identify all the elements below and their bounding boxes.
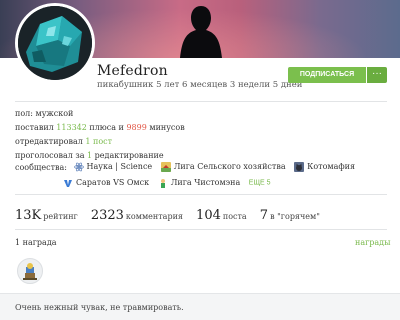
votes-mid: плюса и: [86, 123, 127, 132]
divider: [15, 194, 387, 195]
divider: [15, 101, 387, 102]
polled-suffix: редактирование: [92, 151, 164, 160]
cleaner-icon: [157, 178, 168, 188]
more-communities-link[interactable]: ЕЩЕ 5: [249, 180, 271, 187]
pluses-count: 113342: [56, 123, 87, 132]
edited-post-link[interactable]: 1 пост: [85, 137, 112, 146]
minuses-count: 9899: [126, 123, 147, 132]
profile-tenure: пикабушник 5 лет 6 месяцев 3 недели 5 дн…: [97, 80, 303, 90]
versus-icon: [63, 178, 73, 188]
stat-comments: 2323 комментария: [91, 204, 183, 223]
atom-icon: [73, 162, 84, 172]
about-text: Очень нежный чувак, не травмировать.: [15, 303, 184, 312]
community-tag[interactable]: Лига Сельского хозяйства: [160, 162, 286, 172]
community-name: Саратов VS Омск: [76, 178, 150, 187]
stat-label: комментария: [125, 212, 183, 221]
award-icon: [23, 263, 37, 280]
username: Mefedron: [97, 63, 168, 79]
farm-icon: [160, 162, 171, 172]
stat-label: в "горячем": [270, 212, 320, 221]
stat-hot: 7в "горячем": [260, 204, 320, 223]
subscribe-button[interactable]: ПОДПИСАТЬСЯ: [288, 67, 366, 83]
communities-row-1: сообщества: Наука | Science Лига Сельско…: [15, 162, 361, 172]
cover-silhouette: [180, 6, 222, 58]
community-name: Лига Чистомэна: [170, 178, 241, 187]
edited-prefix: отредактировал: [15, 137, 86, 146]
profile-votes: поставил 113342 плюса и 9899 минусов: [15, 123, 185, 132]
profile-about: Очень нежный чувак, не травмировать.: [0, 293, 400, 320]
profile-gender: пол: мужской: [15, 109, 74, 118]
community-tag[interactable]: Наука | Science: [73, 162, 153, 172]
polled-prefix: проголосовал за: [15, 151, 88, 160]
community-name: Котомафия: [307, 162, 356, 171]
awards-count: 1 награда: [15, 238, 57, 247]
stat-label: поста: [222, 212, 247, 221]
stat-posts: 104 поста: [196, 204, 247, 223]
profile-edited: отредактировал 1 пост: [15, 137, 112, 146]
avatar[interactable]: [15, 3, 95, 83]
stat-value: 2323: [90, 208, 124, 223]
awards-link[interactable]: награды: [355, 238, 390, 247]
profile-polled: проголосовал за 1 редактирование: [15, 151, 164, 160]
stat-value: 104: [196, 208, 221, 223]
community-tag[interactable]: Котомафия: [294, 162, 355, 172]
stat-value: 7: [259, 208, 269, 223]
votes-suffix: минусов: [146, 123, 185, 132]
stat-rating: 13K рейтинг: [15, 204, 78, 223]
votes-prefix: поставил: [15, 123, 57, 132]
community-name: Наука | Science: [86, 162, 153, 171]
communities-label: сообщества:: [15, 162, 67, 172]
cat-icon: [294, 162, 305, 172]
award-badge[interactable]: [17, 258, 43, 284]
community-name: Лига Сельского хозяйства: [173, 162, 286, 171]
avatar-image: [18, 6, 92, 80]
profile-stats: 13K рейтинг 2323 комментария 104 поста 7в "…: [15, 204, 328, 223]
community-tag[interactable]: Саратов VS Омск: [63, 178, 149, 188]
communities-row-2: Саратов VS Омск Лига Чистомэна ЕЩЕ 5: [63, 178, 271, 188]
divider: [15, 229, 387, 230]
more-options-button[interactable]: ···: [367, 67, 387, 83]
profile-card: Mefedron пикабушник 5 лет 6 месяцев 3 не…: [0, 0, 400, 320]
community-tag[interactable]: Лига Чистомэна: [157, 178, 241, 188]
stat-value: 13K: [15, 208, 42, 223]
stat-label: рейтинг: [43, 212, 78, 221]
